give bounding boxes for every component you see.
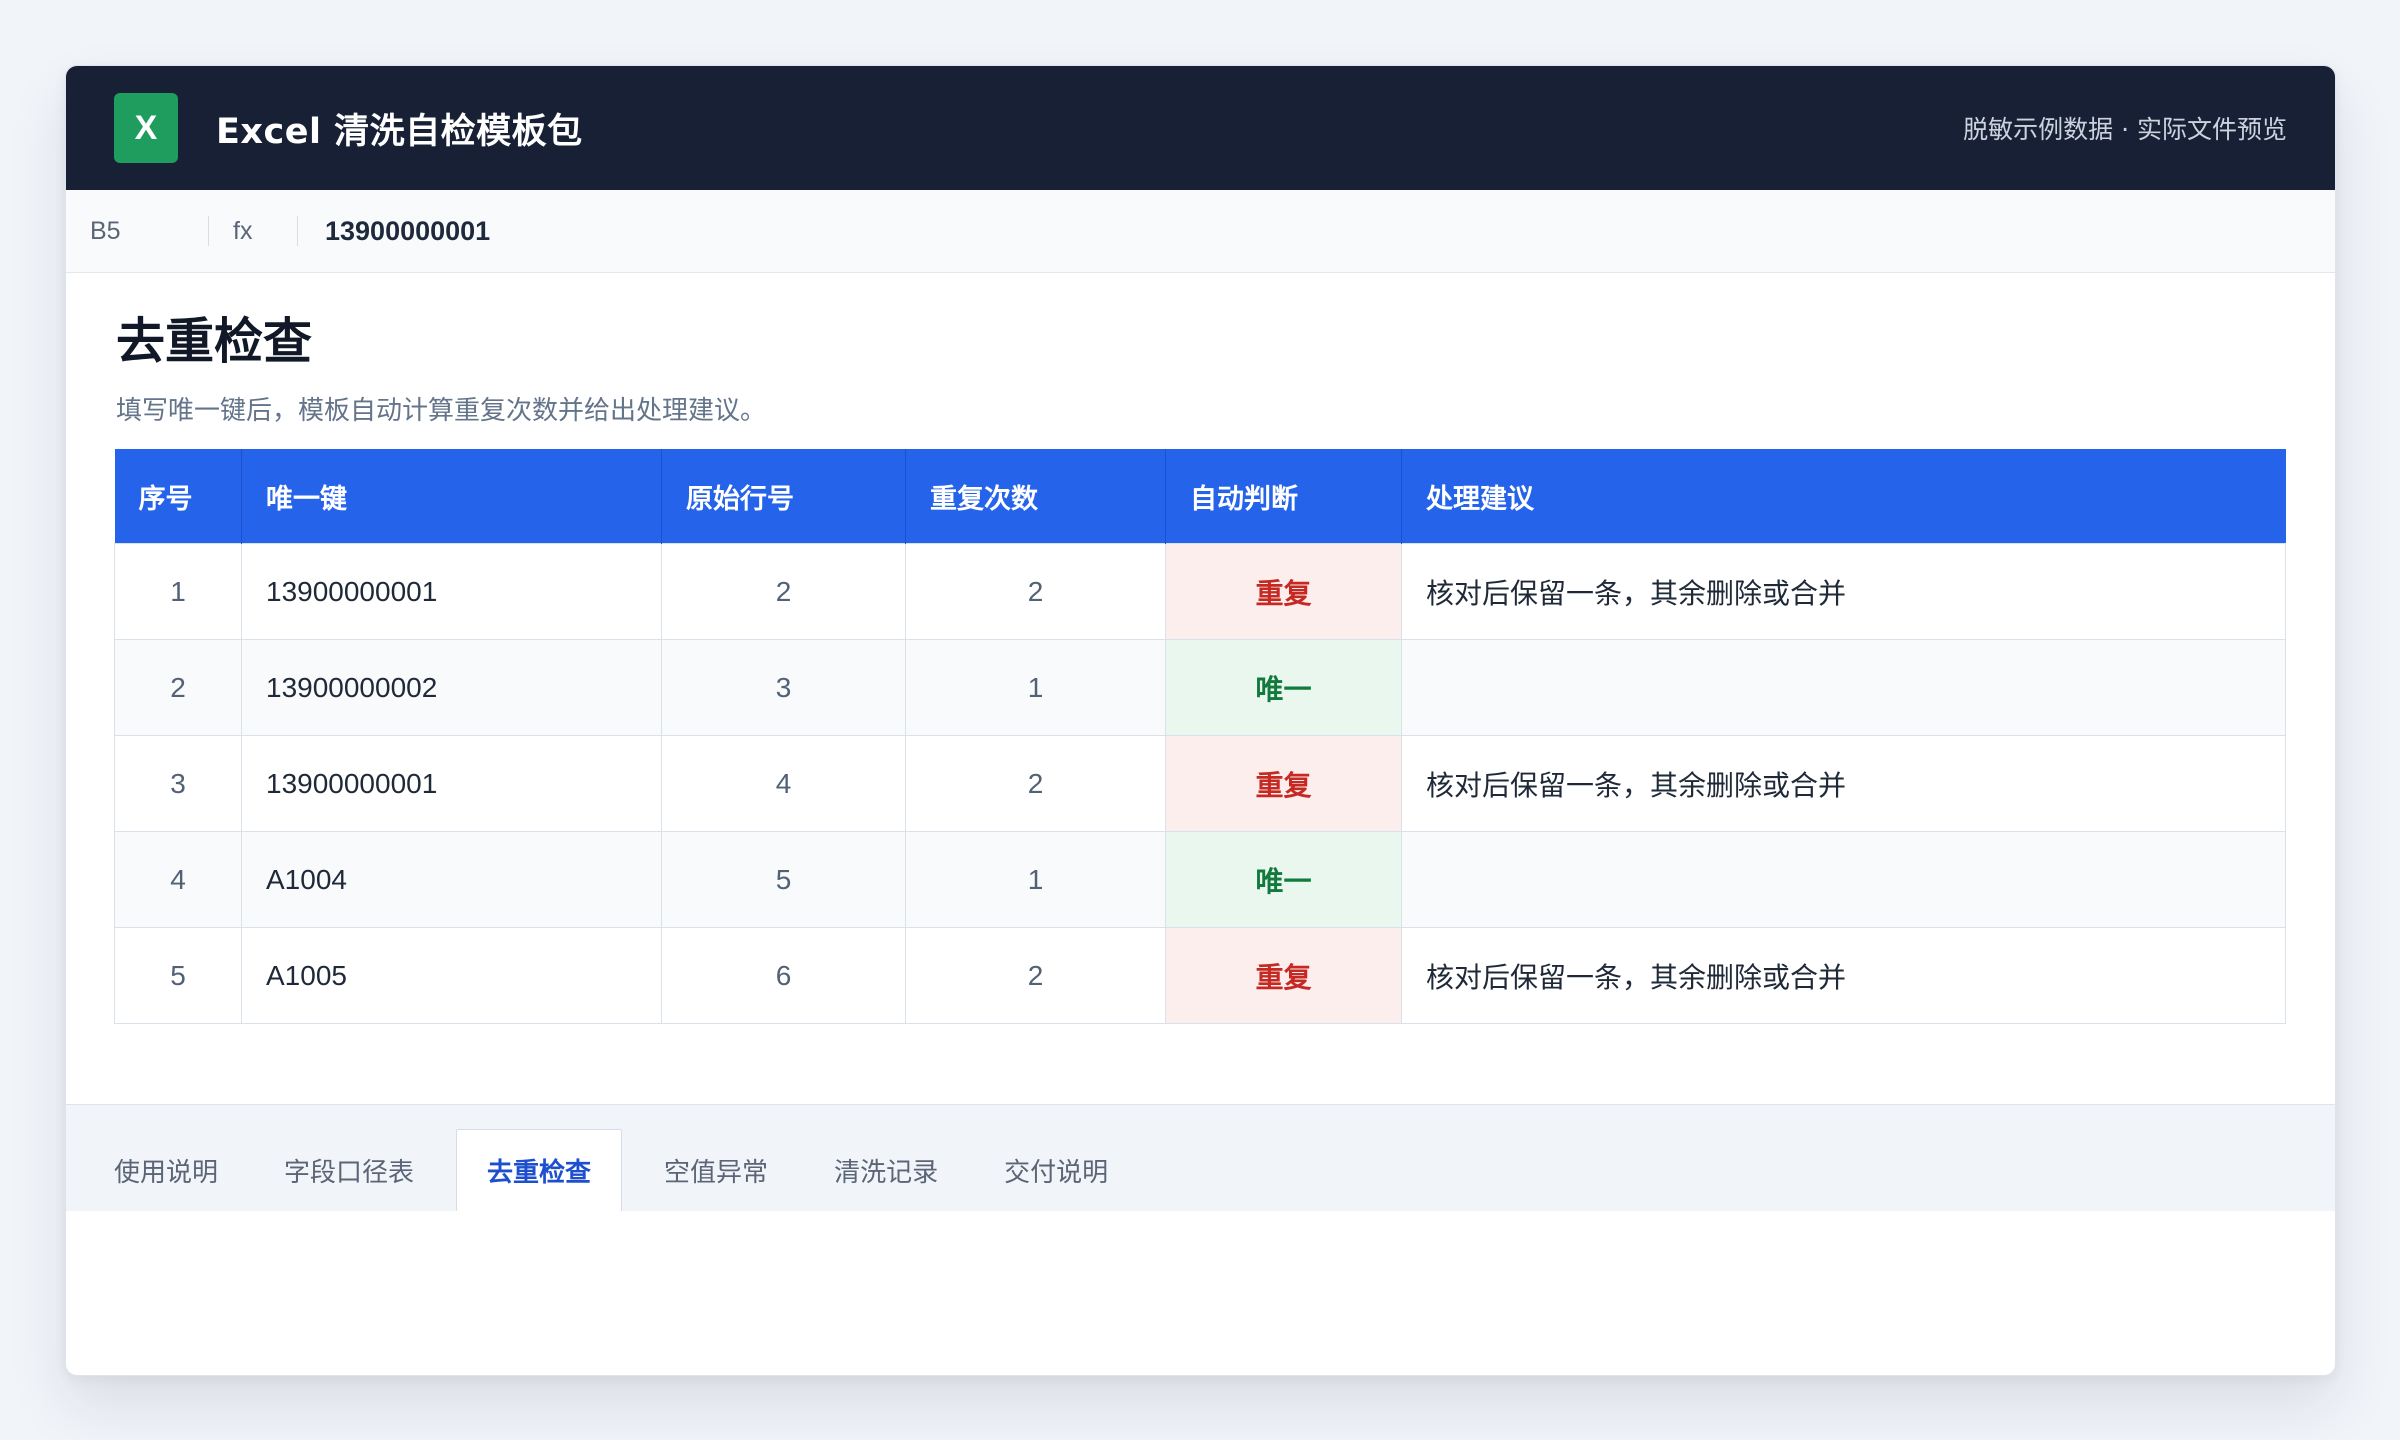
index-cell[interactable]: 4: [114, 831, 242, 929]
source-row-cell[interactable]: 4: [661, 735, 906, 833]
sheet-tab-bar: 使用说明 字段口径表 去重检查 空值异常 清洗记录 交付说明: [66, 1104, 2335, 1211]
formula-bar: B5 fx 13900000001: [66, 190, 2335, 273]
status-cell[interactable]: 重复: [1165, 543, 1402, 641]
status-cell[interactable]: 重复: [1165, 735, 1402, 833]
index-cell[interactable]: 2: [114, 639, 242, 737]
preview-note: 脱敏示例数据 · 实际文件预览: [1963, 115, 2287, 144]
formula-input[interactable]: 13900000001: [297, 216, 490, 246]
tab-dedup-check[interactable]: 去重检查: [456, 1129, 623, 1211]
dup-count-cell[interactable]: 1: [905, 639, 1166, 737]
index-cell[interactable]: 5: [114, 927, 242, 1025]
sheet-area: 去重检查 填写唯一键后，模板自动计算重复次数并给出处理建议。 序号 唯一键 原始…: [66, 313, 2335, 1025]
tab-null-anomaly[interactable]: 空值异常: [640, 1129, 792, 1211]
source-row-cell[interactable]: 3: [661, 639, 906, 737]
tab-usage[interactable]: 使用说明: [90, 1129, 242, 1211]
table-header-row: 序号 唯一键 原始行号 重复次数 自动判断 处理建议: [114, 448, 2286, 544]
app-title: Excel 清洗自检模板包: [216, 111, 583, 152]
table-row: 3 13900000001 4 2 重复 核对后保留一条，其余删除或合并: [114, 735, 2286, 833]
key-cell[interactable]: 13900000002: [241, 639, 662, 737]
advice-cell[interactable]: [1401, 639, 2286, 737]
title-bar: X Excel 清洗自检模板包 脱敏示例数据 · 实际文件预览: [66, 66, 2335, 190]
fx-icon: fx: [208, 216, 297, 246]
app-window: X Excel 清洗自检模板包 脱敏示例数据 · 实际文件预览 B5 fx 13…: [65, 65, 2336, 1376]
tab-cleaning-log[interactable]: 清洗记录: [810, 1129, 962, 1211]
advice-cell[interactable]: 核对后保留一条，其余删除或合并: [1401, 927, 2286, 1025]
tab-field-spec[interactable]: 字段口径表: [260, 1129, 438, 1211]
column-header[interactable]: 序号: [114, 448, 242, 544]
source-row-cell[interactable]: 6: [661, 927, 906, 1025]
dup-count-cell[interactable]: 1: [905, 831, 1166, 929]
advice-cell[interactable]: 核对后保留一条，其余删除或合并: [1401, 735, 2286, 833]
index-cell[interactable]: 1: [114, 543, 242, 641]
column-header[interactable]: 唯一键: [241, 448, 662, 544]
advice-cell[interactable]: [1401, 831, 2286, 929]
source-row-cell[interactable]: 5: [661, 831, 906, 929]
sheet-title: 去重检查: [116, 313, 313, 370]
status-cell[interactable]: 唯一: [1165, 639, 1402, 737]
advice-cell[interactable]: 核对后保留一条，其余删除或合并: [1401, 543, 2286, 641]
key-cell[interactable]: A1005: [241, 927, 662, 1025]
table-row: 5 A1005 6 2 重复 核对后保留一条，其余删除或合并: [114, 927, 2286, 1025]
dup-count-cell[interactable]: 2: [905, 927, 1166, 1025]
excel-logo-icon: X: [114, 93, 178, 163]
table-row: 2 13900000002 3 1 唯一: [114, 639, 2286, 737]
tab-delivery-notes[interactable]: 交付说明: [980, 1129, 1132, 1211]
cell-reference-box[interactable]: B5: [90, 217, 208, 246]
source-row-cell[interactable]: 2: [661, 543, 906, 641]
dedup-table: 序号 唯一键 原始行号 重复次数 自动判断 处理建议 1 13900000001…: [114, 448, 2286, 1025]
key-cell[interactable]: 13900000001: [241, 543, 662, 641]
table-row: 1 13900000001 2 2 重复 核对后保留一条，其余删除或合并: [114, 543, 2286, 641]
status-cell[interactable]: 唯一: [1165, 831, 1402, 929]
status-cell[interactable]: 重复: [1165, 927, 1402, 1025]
column-header[interactable]: 自动判断: [1165, 448, 1402, 544]
dup-count-cell[interactable]: 2: [905, 543, 1166, 641]
column-header[interactable]: 原始行号: [661, 448, 906, 544]
sheet-subtitle: 填写唯一键后，模板自动计算重复次数并给出处理建议。: [116, 395, 767, 426]
column-header[interactable]: 重复次数: [905, 448, 1166, 544]
table-row: 4 A1004 5 1 唯一: [114, 831, 2286, 929]
key-cell[interactable]: A1004: [241, 831, 662, 929]
column-header[interactable]: 处理建议: [1401, 448, 2286, 544]
dup-count-cell[interactable]: 2: [905, 735, 1166, 833]
index-cell[interactable]: 3: [114, 735, 242, 833]
key-cell[interactable]: 13900000001: [241, 735, 662, 833]
